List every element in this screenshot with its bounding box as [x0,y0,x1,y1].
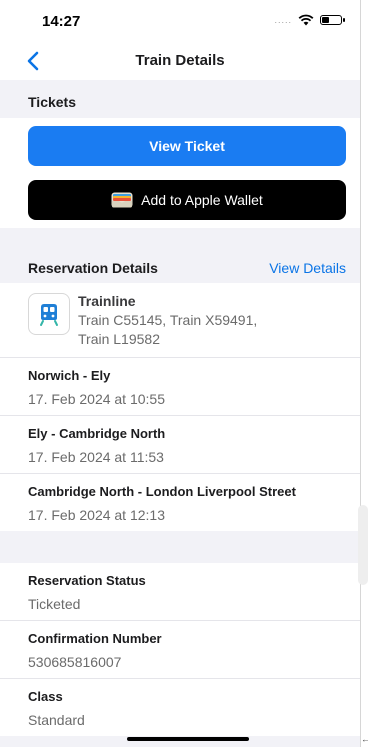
wallet-icon [111,192,133,208]
page-title: Train Details [135,52,225,69]
provider-trains-line2: Train L19582 [78,331,160,347]
journey-leg: Cambridge North - London Liverpool Stree… [0,473,360,531]
journey-leg: Ely - Cambridge North 17. Feb 2024 at 11… [0,415,360,473]
navigation-bar: Train Details [0,42,360,80]
resize-arrow-icon: ← [361,734,368,744]
view-details-link[interactable]: View Details [269,260,346,276]
signal-indicator: ..... [274,15,292,25]
leg-route: Ely - Cambridge North [28,426,166,441]
info-label: Class [28,689,63,704]
apple-wallet-label: Add to Apple Wallet [141,192,263,208]
reservation-section-header: Reservation Details View Details [0,228,360,283]
info-row: Confirmation Number 530685816007 [0,620,360,678]
tickets-header: Tickets [28,94,76,110]
add-to-apple-wallet-button[interactable]: Add to Apple Wallet [28,180,346,220]
leg-datetime: 17. Feb 2024 at 10:55 [28,391,165,407]
provider-name: Trainline [78,293,136,309]
status-bar: 14:27 ..... [0,0,360,42]
info-label: Confirmation Number [28,631,162,646]
section-spacer [0,531,360,563]
info-value: Standard [28,712,85,728]
reservation-details: Trainline Train C55145, Train X59491, Tr… [0,283,360,531]
train-icon [28,293,70,335]
home-indicator[interactable] [127,737,249,741]
leg-route: Norwich - Ely [28,368,111,383]
reservation-header: Reservation Details [28,260,158,276]
journey-leg: Norwich - Ely 17. Feb 2024 at 10:55 [0,357,360,415]
provider-trains-line1: Train C55145, Train X59491, [78,312,258,328]
status-time: 14:27 [42,13,81,30]
reservation-info: Reservation Status Ticketed Confirmation… [0,563,360,736]
tickets-block: View Ticket Add to Apple Wallet [0,118,360,228]
info-label: Reservation Status [28,573,146,588]
status-icons: ..... [274,14,345,26]
view-ticket-label: View Ticket [149,138,225,154]
leg-route: Cambridge North - London Liverpool Stree… [28,484,296,499]
leg-datetime: 17. Feb 2024 at 12:13 [28,507,165,523]
provider-row: Trainline Train C55145, Train X59491, Tr… [0,283,360,357]
info-row: Class Standard [0,678,360,736]
tickets-section-header: Tickets [0,80,360,118]
view-ticket-button[interactable]: View Ticket [28,126,346,166]
provider-text: Trainline Train C55145, Train X59491, Tr… [78,293,257,349]
battery-icon [320,15,345,25]
info-value: Ticketed [28,596,81,612]
app-screen: 14:27 ..... Train Details Tickets View T… [0,0,361,747]
leg-datetime: 17. Feb 2024 at 11:53 [28,449,164,465]
scroll-handle[interactable] [358,505,368,585]
wifi-icon [298,14,314,26]
info-row: Reservation Status Ticketed [0,563,360,620]
info-value: 530685816007 [28,654,122,670]
